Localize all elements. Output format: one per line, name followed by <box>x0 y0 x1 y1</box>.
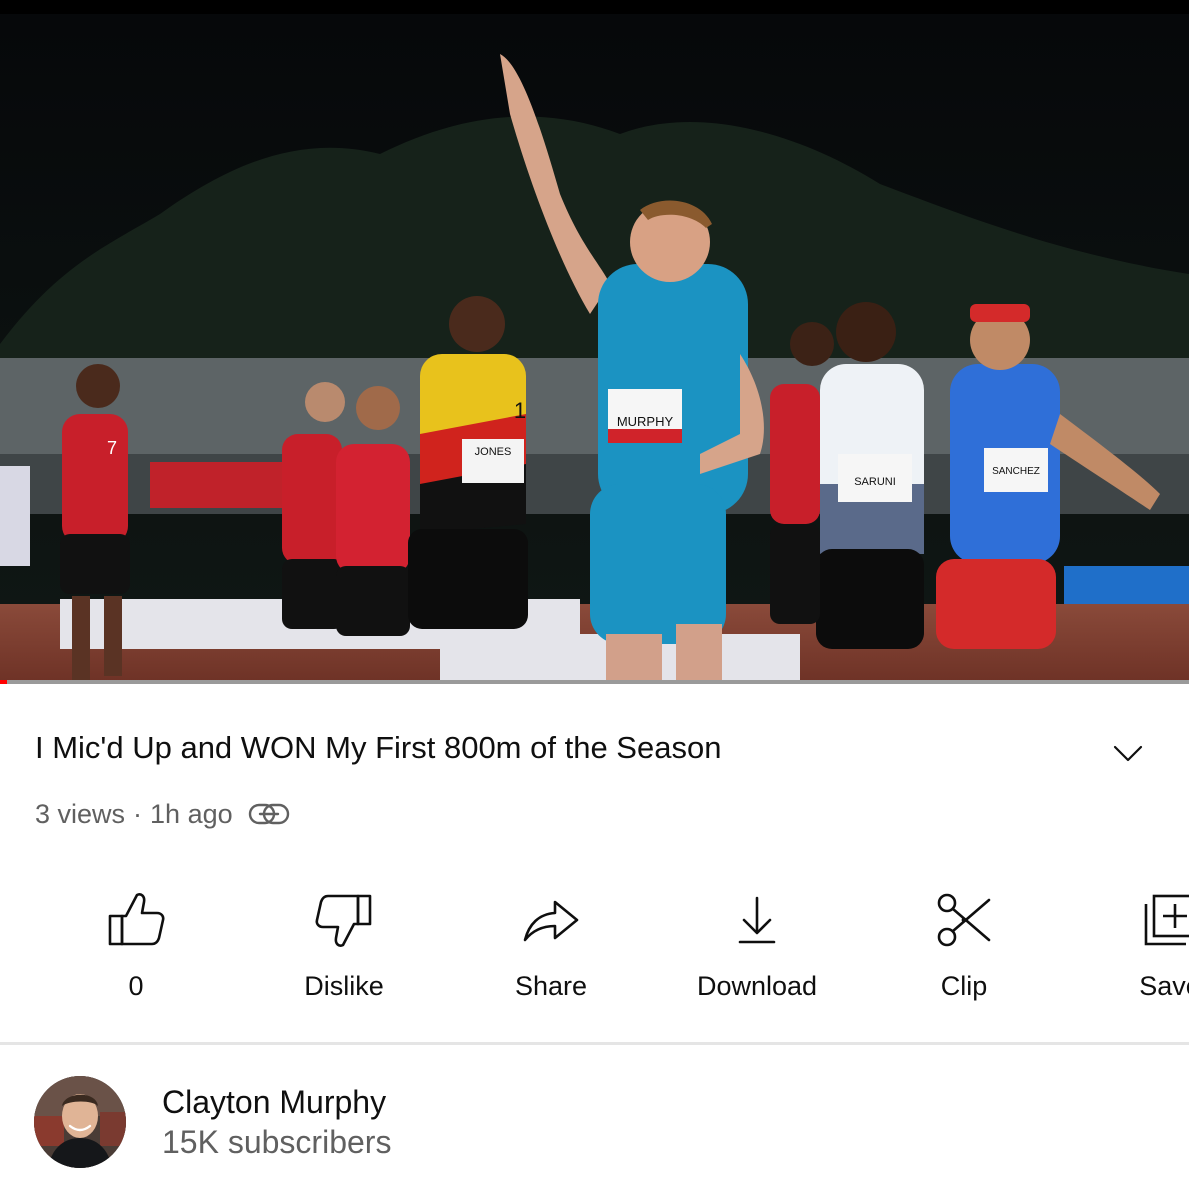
save-button[interactable]: Save <box>1080 880 1189 1010</box>
share-label: Share <box>514 971 588 1001</box>
video-meta: 3 views · 1h ago <box>35 795 291 833</box>
chevron-down-icon <box>1113 745 1143 762</box>
bib-murphy: MURPHY <box>617 414 674 429</box>
meta-separator: · <box>133 799 143 829</box>
view-count: 3 views <box>35 799 126 829</box>
channel-name[interactable]: Clayton Murphy <box>162 1082 386 1122</box>
upload-age: 1h ago <box>150 799 233 829</box>
subscriber-count: 15K subscribers <box>162 1124 392 1160</box>
save-playlist-icon <box>1138 888 1189 952</box>
bib-jones: JONES <box>475 446 512 458</box>
video-player[interactable]: MURPHY JONES SARUNI SANCHEZ 1 7 <box>0 14 1189 682</box>
thumbs-up-icon <box>104 888 168 952</box>
bib-number-7: 7 <box>107 438 117 458</box>
avatar[interactable] <box>34 1076 126 1168</box>
dislike-button[interactable]: Dislike <box>254 880 434 1010</box>
like-count: 0 <box>128 971 144 1001</box>
status-bar <box>0 0 1189 14</box>
link-icon <box>247 800 291 828</box>
scissors-icon <box>932 888 996 952</box>
video-frame: MURPHY JONES SARUNI SANCHEZ 1 7 <box>0 14 1189 682</box>
channel-row[interactable]: Clayton Murphy 15K subscribers <box>0 1060 1189 1190</box>
bib-number-1: 1 <box>514 398 526 423</box>
bib-saruni: SARUNI <box>854 476 896 488</box>
share-button[interactable]: Share <box>461 880 641 1010</box>
clip-button[interactable]: Clip <box>874 880 1054 1010</box>
expand-description-button[interactable] <box>1106 734 1150 774</box>
video-title: I Mic'd Up and WON My First 800m of the … <box>35 730 722 765</box>
video-progress-fill <box>0 680 8 684</box>
dislike-label: Dislike <box>304 971 384 1001</box>
video-progress-bar[interactable] <box>0 680 1189 684</box>
bib-sanchez: SANCHEZ <box>992 466 1040 477</box>
download-icon <box>725 888 789 952</box>
share-icon <box>519 888 583 952</box>
download-label: Download <box>696 971 818 1001</box>
action-bar: 0 Dislike Share Download Clip Sav <box>0 880 1189 1010</box>
save-label: Save <box>1139 971 1189 1001</box>
clip-label: Clip <box>940 971 988 1001</box>
section-divider <box>0 1042 1189 1045</box>
download-button[interactable]: Download <box>667 880 847 1010</box>
like-button[interactable]: 0 <box>46 880 226 1010</box>
thumbs-down-icon <box>312 888 376 952</box>
